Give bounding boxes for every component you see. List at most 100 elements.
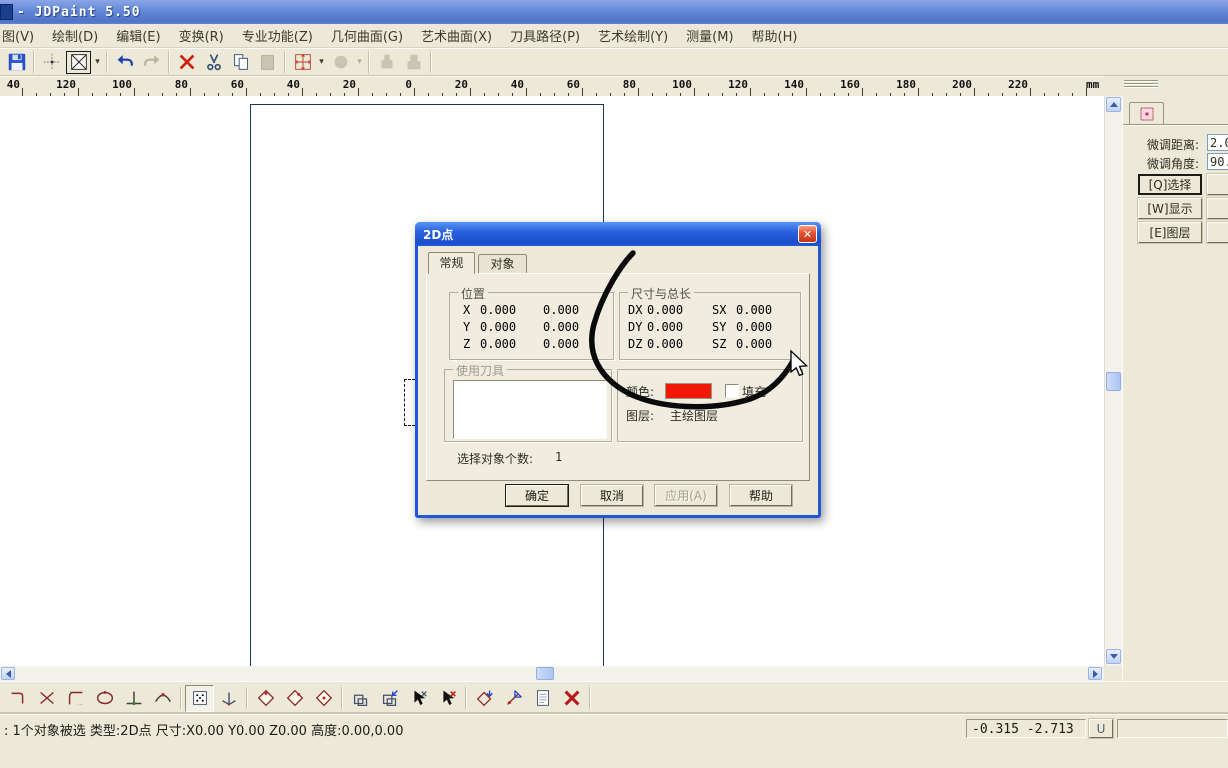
menu-item-7[interactable]: 刀具路径(P) bbox=[501, 23, 589, 48]
scroll-down-button[interactable] bbox=[1106, 649, 1121, 664]
object-list-tool-icon[interactable] bbox=[528, 685, 557, 712]
color-swatch[interactable] bbox=[665, 383, 712, 399]
fill-label: 填充 bbox=[742, 385, 767, 399]
menu-item-10[interactable]: 帮助(H) bbox=[743, 23, 807, 48]
size-row-dy: DY 0.000 SY 0.000 bbox=[620, 320, 800, 336]
scroll-left-button[interactable] bbox=[1, 667, 15, 680]
dropdown-arrow-icon[interactable]: ▾ bbox=[92, 50, 103, 75]
menu-item-4[interactable]: 专业功能(Z) bbox=[233, 23, 322, 48]
menu-item-2[interactable]: 编辑(E) bbox=[107, 23, 169, 48]
unit-toggle-button[interactable]: U bbox=[1089, 719, 1113, 738]
transform-icon[interactable] bbox=[289, 50, 316, 75]
ellipse-tool-icon[interactable] bbox=[90, 685, 119, 712]
shape-icon[interactable] bbox=[327, 50, 354, 75]
toolbar-separator bbox=[589, 687, 591, 709]
crosshair-icon[interactable] bbox=[38, 50, 65, 75]
undo-icon[interactable] bbox=[111, 50, 138, 75]
select-mode-button[interactable]: [Q]选择 bbox=[1138, 174, 1202, 195]
size-group-title: 尺寸与总长 bbox=[628, 285, 695, 302]
status-bar: : 1个对象被选 类型:2D点 尺寸:X0.00 Y0.00 Z0.00 高度:… bbox=[0, 714, 1228, 768]
display-mode-button[interactable]: [W]显示 bbox=[1138, 198, 1202, 219]
select-box-icon[interactable] bbox=[65, 50, 92, 75]
tab-object[interactable]: 对象 bbox=[478, 254, 527, 274]
axes-tool-icon[interactable] bbox=[214, 685, 243, 712]
position-row-x: X 0.000 0.000 bbox=[450, 303, 613, 319]
d-value: 0.000 bbox=[647, 320, 684, 334]
delete-icon[interactable] bbox=[173, 50, 200, 75]
move-points-tool-icon[interactable] bbox=[470, 685, 499, 712]
save-icon[interactable] bbox=[3, 50, 30, 75]
layer-mode-button-right[interactable]: [Y bbox=[1207, 222, 1228, 243]
close-button[interactable]: ✕ bbox=[798, 225, 817, 243]
help-button[interactable]: 帮助 bbox=[730, 485, 792, 506]
vertical-scrollbar[interactable] bbox=[1104, 96, 1122, 666]
tool-group: 使用刀具 bbox=[444, 362, 612, 442]
cut-icon[interactable] bbox=[200, 50, 227, 75]
nudge-distance-input[interactable]: 2.00 bbox=[1207, 134, 1228, 151]
stack-tool-1-icon[interactable] bbox=[346, 685, 375, 712]
menu-item-1[interactable]: 绘制(D) bbox=[43, 23, 107, 48]
dropdown-arrow-icon[interactable]: ▾ bbox=[316, 50, 327, 75]
cancel-button[interactable]: 取消 bbox=[581, 485, 643, 506]
snap-arrow-tool-icon[interactable] bbox=[499, 685, 528, 712]
status-panel-right bbox=[1117, 719, 1228, 738]
stamp-a-icon[interactable] bbox=[373, 50, 400, 75]
toolbar-separator bbox=[368, 51, 370, 73]
nudge-angle-input[interactable]: 90.0 bbox=[1207, 153, 1228, 170]
trim-tool-icon[interactable] bbox=[32, 685, 61, 712]
app-icon bbox=[0, 4, 13, 20]
face-tool-1-icon[interactable] bbox=[251, 685, 280, 712]
dropdown-arrow-icon[interactable]: ▾ bbox=[354, 50, 365, 75]
value-2: 0.000 bbox=[543, 303, 580, 317]
panel-tab-selection[interactable] bbox=[1129, 102, 1164, 125]
delete-object-tool-icon[interactable] bbox=[557, 685, 586, 712]
pick-delete-tool-icon[interactable] bbox=[433, 685, 462, 712]
fill-checkbox[interactable] bbox=[725, 384, 739, 398]
pick-x-tool-icon[interactable] bbox=[404, 685, 433, 712]
menu-item-9[interactable]: 测量(M) bbox=[677, 23, 742, 48]
menu-item-6[interactable]: 艺术曲面(X) bbox=[412, 23, 501, 48]
redo-icon[interactable] bbox=[138, 50, 165, 75]
horizontal-scrollbar[interactable] bbox=[0, 666, 1104, 681]
toolbar-separator bbox=[168, 51, 170, 73]
s-label: SX bbox=[712, 303, 727, 317]
layer-mode-button[interactable]: [E]图层 bbox=[1138, 222, 1202, 243]
d-value: 0.000 bbox=[647, 337, 684, 351]
ok-button[interactable]: 确定 bbox=[506, 485, 568, 506]
corner-tool-icon[interactable] bbox=[3, 685, 32, 712]
horizontal-scroll-thumb[interactable] bbox=[536, 667, 554, 680]
menu-item-5[interactable]: 几何曲面(G) bbox=[322, 23, 412, 48]
dialog-title-bar[interactable]: 2D点 ✕ bbox=[415, 222, 821, 246]
arrow-down-icon bbox=[1109, 654, 1118, 659]
fillet-tool-icon[interactable] bbox=[61, 685, 90, 712]
display-mode-button-right[interactable]: [T bbox=[1207, 198, 1228, 219]
apply-button[interactable]: 应用(A) bbox=[655, 485, 717, 506]
stack-tool-2-icon[interactable] bbox=[375, 685, 404, 712]
tab-general[interactable]: 常规 bbox=[428, 252, 475, 274]
face-tool-2-icon[interactable] bbox=[280, 685, 309, 712]
vertical-scroll-thumb[interactable] bbox=[1106, 372, 1121, 391]
grid-point-tool-icon[interactable] bbox=[185, 684, 214, 712]
paste-icon[interactable] bbox=[254, 50, 281, 75]
perpendicular-tool-icon[interactable] bbox=[119, 685, 148, 712]
tool-listbox[interactable] bbox=[453, 380, 607, 439]
menu-item-0[interactable]: 图(V) bbox=[0, 23, 43, 48]
ruler-label: 40 bbox=[510, 78, 524, 91]
nudge-angle-label: 微调角度: bbox=[1147, 157, 1200, 171]
panel-splitter[interactable] bbox=[1124, 80, 1158, 89]
face-tool-3-icon[interactable] bbox=[309, 685, 338, 712]
menu-item-3[interactable]: 变换(R) bbox=[170, 23, 233, 48]
scroll-right-button[interactable] bbox=[1088, 667, 1102, 680]
scrollbar-corner bbox=[1104, 666, 1121, 681]
select-mode-button-right[interactable]: [R bbox=[1207, 174, 1228, 195]
copy-icon[interactable] bbox=[227, 50, 254, 75]
toolbar-separator bbox=[284, 51, 286, 73]
scroll-up-button[interactable] bbox=[1106, 97, 1121, 112]
stamp-b-icon[interactable] bbox=[400, 50, 427, 75]
arrow-up-icon bbox=[1109, 102, 1118, 107]
ruler-label: 20 bbox=[454, 78, 468, 91]
coordinate-readout: -0.315 -2.713 bbox=[966, 719, 1086, 738]
ruler-label: 120 bbox=[728, 78, 748, 91]
menu-item-8[interactable]: 艺术绘制(Y) bbox=[589, 23, 677, 48]
tangent-tool-icon[interactable] bbox=[148, 685, 177, 712]
